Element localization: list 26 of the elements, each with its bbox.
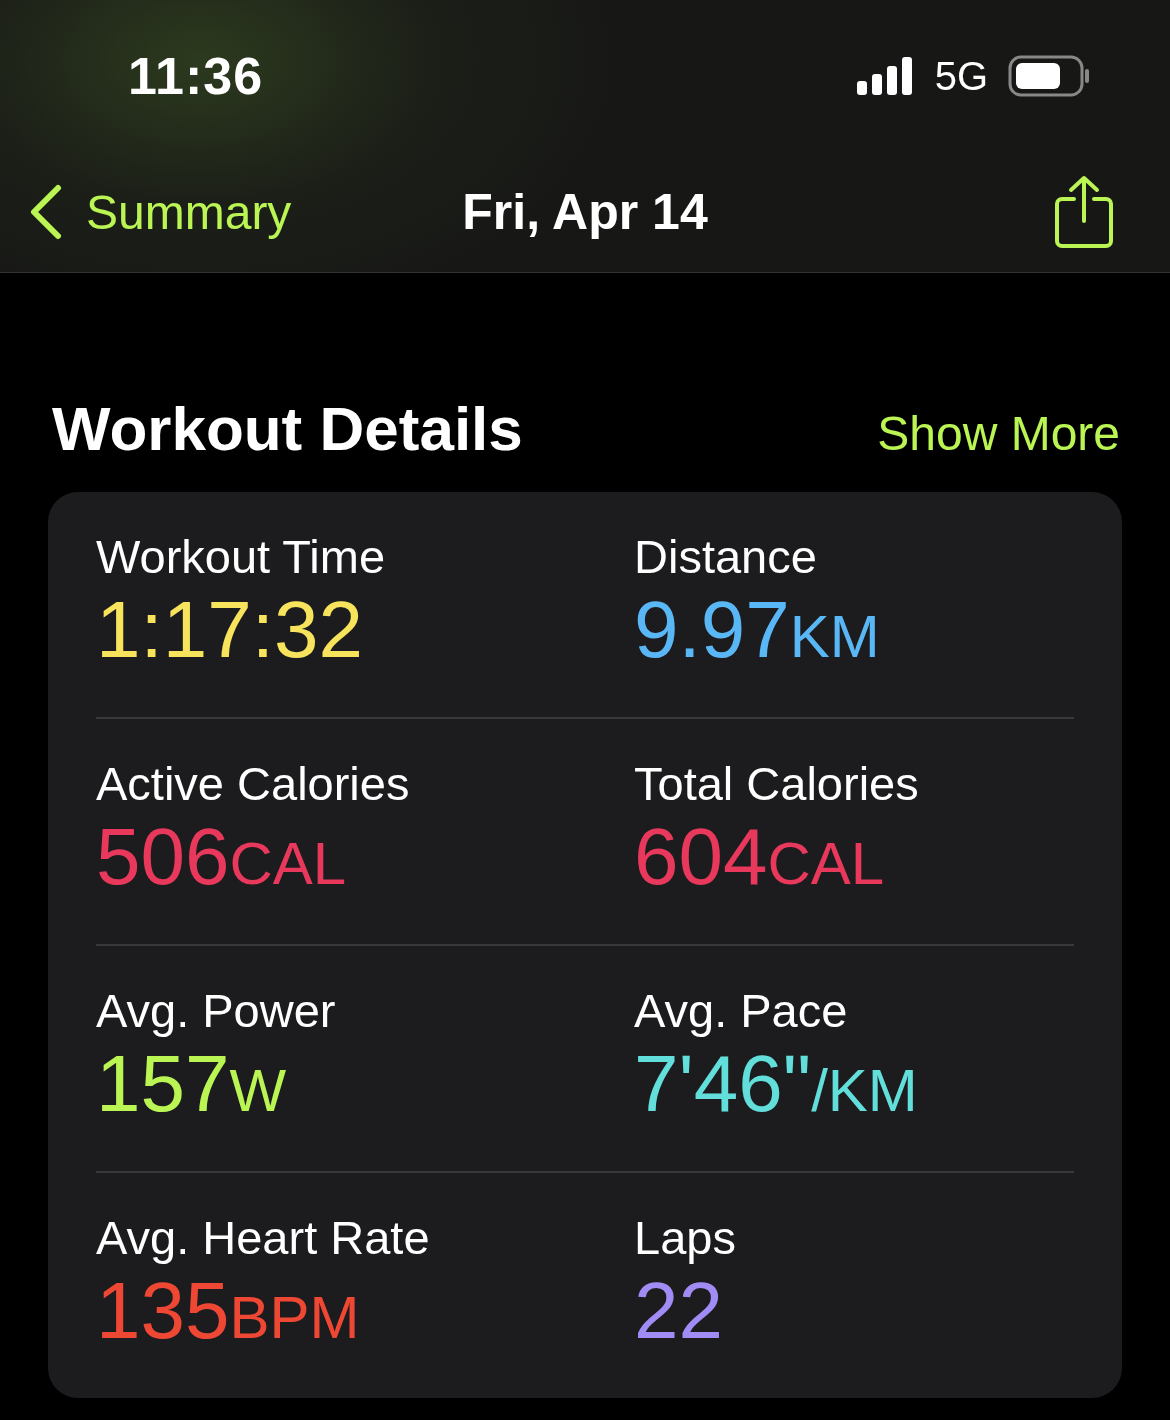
metric-label: Distance	[634, 530, 818, 584]
metric-value: 1:17:32	[96, 584, 363, 676]
metric-label: Total Calories	[634, 757, 920, 811]
nav-title: Fri, Apr 14	[462, 184, 708, 240]
status-time: 11:36	[128, 46, 264, 106]
metric-value: 506CAL	[96, 811, 347, 903]
metric-label: Active Calories	[96, 757, 411, 811]
back-button[interactable]: Summary	[28, 184, 292, 240]
show-more-link[interactable]: Show More	[877, 406, 1120, 461]
metric-value: 135BPM	[96, 1265, 360, 1357]
metric-label: Avg. Heart Rate	[96, 1211, 431, 1265]
metric-label: Avg. Power	[96, 984, 337, 1038]
section-title: Workout Details	[52, 393, 523, 464]
share-icon[interactable]	[1054, 175, 1114, 249]
metric-value: 9.97KM	[634, 584, 880, 676]
metric-value: 7'46"/KM	[634, 1038, 918, 1130]
signal-icon	[856, 57, 915, 95]
metric-value: 157W	[96, 1038, 287, 1130]
metric-value: 22	[634, 1265, 723, 1357]
metric-label: Laps	[634, 1211, 737, 1265]
metric-label: Avg. Pace	[634, 984, 849, 1038]
chevron-left-icon	[28, 184, 62, 240]
metric-label: Workout Time	[96, 530, 387, 584]
metric-value: 604CAL	[634, 811, 885, 903]
battery-icon	[1008, 55, 1090, 97]
network-label: 5G	[934, 53, 988, 99]
